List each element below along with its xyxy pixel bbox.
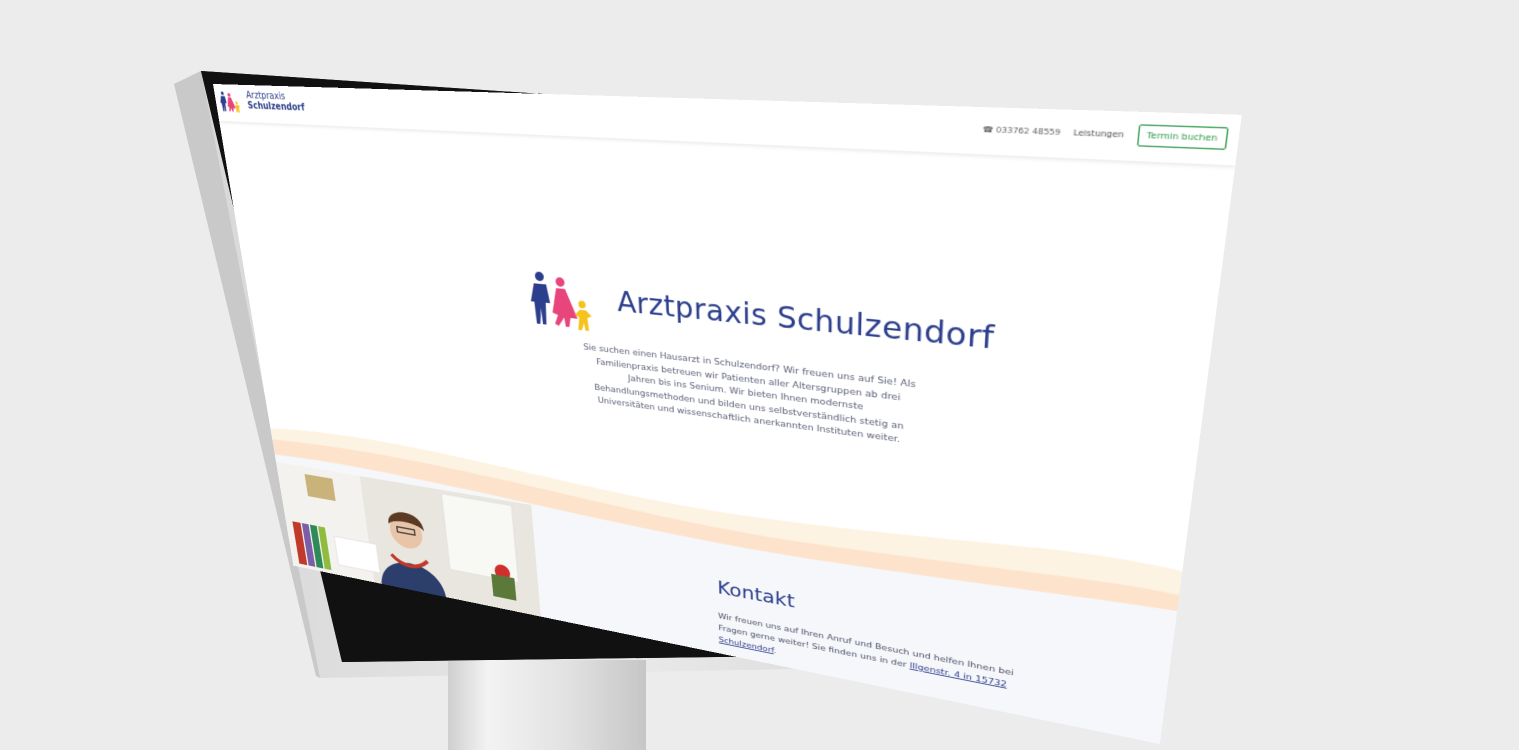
book-appointment-button[interactable]: Termin buchen — [1136, 124, 1229, 150]
website-screen: Arztpraxis Schulzendorf ☎ 033762 48559 L… — [213, 84, 1242, 745]
nav-item-leistungen[interactable]: Leistungen — [1073, 128, 1124, 140]
hero-description: Sie suchen einen Hausarzt in Schulzendor… — [583, 342, 916, 445]
brand-line-2: Schulzendorf — [246, 100, 306, 114]
family-logo-icon[interactable] — [218, 90, 244, 115]
hero-family-logo-icon — [529, 271, 593, 332]
phone-link[interactable]: ☎ 033762 48559 — [982, 125, 1061, 137]
main-nav: ☎ 033762 48559 Leistungen Termin buchen — [982, 119, 1229, 150]
site-header: Arztpraxis Schulzendorf ☎ 033762 48559 L… — [213, 84, 1242, 166]
header-brand[interactable]: Arztpraxis Schulzendorf — [245, 91, 305, 114]
contact-text-end: . — [773, 646, 777, 656]
hero-title: Arztpraxis Schulzendorf — [616, 285, 996, 357]
